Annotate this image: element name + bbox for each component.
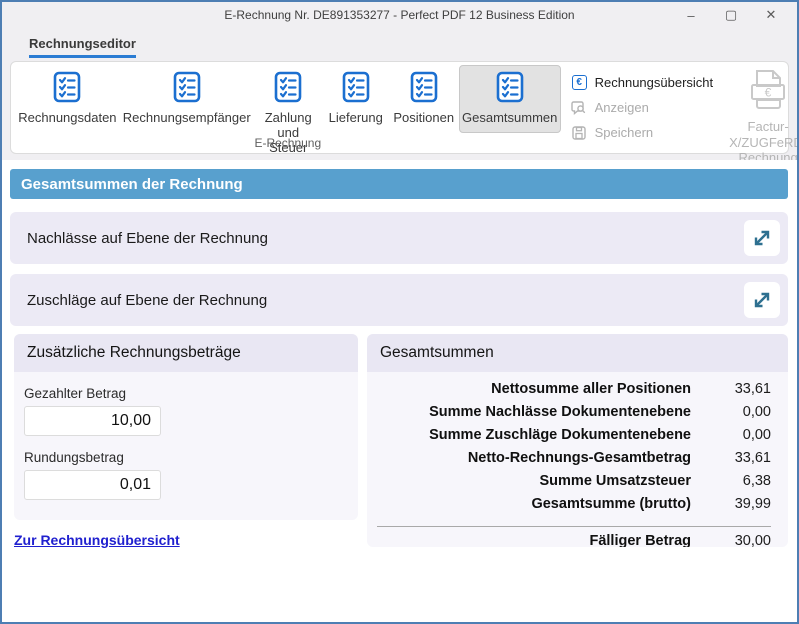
gezahlter-betrag-input[interactable] (24, 406, 161, 436)
preview-icon (571, 99, 588, 116)
totals-row: Summe Umsatzsteuer 6,38 (377, 473, 771, 496)
close-button[interactable]: ✕ (751, 2, 791, 28)
small-button-label: Rechnungsübersicht (595, 75, 714, 90)
app-window: E-Rechnung Nr. DE891353277 - Perfect PDF… (0, 0, 799, 624)
totals-row-label: Summe Zuschläge Dokumentenebene (377, 427, 719, 443)
nav-button-label: Gesamtsummen (462, 111, 557, 126)
totals-row-label: Gesamtsumme (brutto) (377, 496, 719, 512)
rundungsbetrag-input[interactable] (24, 470, 161, 500)
totals-row-value: 39,99 (719, 496, 771, 512)
maximize-button[interactable]: ▢ (711, 2, 751, 28)
euro-icon: € (571, 74, 588, 91)
tab-rechnungseditor[interactable]: Rechnungseditor (29, 36, 136, 58)
additional-amounts-title: Zusätzliche Rechnungsbeträge (14, 334, 358, 372)
field-label: Rundungsbetrag (24, 450, 358, 465)
totals-panel: Gesamtsummen Nettosumme aller Positionen… (367, 334, 788, 547)
nav-button-positionen[interactable]: Positionen (389, 65, 459, 133)
totals-row-label: Nettosumme aller Positionen (377, 381, 719, 397)
totals-row: Summe Nachlässe Dokumentenebene 0,00 (377, 404, 771, 427)
small-button-label: Speichern (595, 125, 654, 140)
page-title-bar: Gesamtsummen der Rechnung (10, 169, 788, 199)
checklist-document-icon (53, 71, 81, 108)
section-label: Nachlässe auf Ebene der Rechnung (27, 230, 744, 247)
checklist-document-icon (274, 71, 302, 108)
gezahlter-betrag-field: Gezahlter Betrag (24, 386, 358, 436)
main-content: Gesamtsummen der Rechnung Nachlässe auf … (2, 160, 797, 622)
field-label: Gezahlter Betrag (24, 386, 358, 401)
nav-button-label: Rechnungsdaten (18, 111, 116, 126)
svg-text:€: € (765, 86, 772, 100)
title-bar: E-Rechnung Nr. DE891353277 - Perfect PDF… (2, 2, 797, 28)
totals-row-label: Netto-Rechnungs-Gesamtbetrag (377, 450, 719, 466)
speichern-button[interactable]: Speichern (571, 120, 714, 145)
e-rechnung-group: Rechnungsdaten Rechnungsempfänger Zahlun… (15, 64, 561, 151)
nav-button-label: Positionen (393, 111, 454, 126)
totals-row: Summe Zuschläge Dokumentenebene 0,00 (377, 427, 771, 450)
window-title: E-Rechnung Nr. DE891353277 - Perfect PDF… (224, 8, 574, 22)
small-button-stack: € Rechnungsübersicht Anzeigen (561, 64, 718, 151)
totals-row-value: 6,38 (719, 473, 771, 489)
nav-button-gesamtsummen[interactable]: Gesamtsummen (459, 65, 561, 133)
section-nachlaesse[interactable]: Nachlässe auf Ebene der Rechnung (10, 212, 788, 264)
save-icon (571, 124, 588, 141)
small-button-label: Anzeigen (595, 100, 649, 115)
totals-row-label: Summe Umsatzsteuer (377, 473, 719, 489)
nav-button-zahlung-und-steuer[interactable]: Zahlung und Steuer (254, 65, 323, 133)
expand-icon[interactable] (744, 220, 780, 256)
totals-row-value: 30,00 (719, 533, 771, 547)
totals-separator (377, 526, 771, 527)
page-title: Gesamtsummen der Rechnung (21, 176, 243, 193)
totals-row-label: Summe Nachlässe Dokumentenebene (377, 404, 719, 420)
minimize-button[interactable]: – (671, 2, 711, 28)
rundungsbetrag-field: Rundungsbetrag (24, 450, 358, 500)
ribbon-tab-row: Rechnungseditor (2, 28, 797, 58)
rechnungsuebersicht-button[interactable]: € Rechnungsübersicht (571, 70, 714, 95)
totals-row: Nettosumme aller Positionen 33,61 (377, 381, 771, 404)
totals-row-value: 33,61 (719, 381, 771, 397)
totals-row: Gesamtsumme (brutto) 39,99 (377, 496, 771, 519)
window-controls: – ▢ ✕ (671, 2, 791, 28)
group-label-e-rechnung: E-Rechnung (15, 136, 561, 150)
ribbon-toolbar: Rechnungsdaten Rechnungsempfänger Zahlun… (10, 61, 789, 154)
expand-icon[interactable] (744, 282, 780, 318)
totals-row-value: 0,00 (719, 427, 771, 443)
facturx-save-button[interactable]: € Factur-X/ZUGFeRD-Rechnung speichern (729, 64, 799, 151)
nav-button-rechnungsdaten[interactable]: Rechnungsdaten (15, 65, 120, 133)
totals-row: Netto-Rechnungs-Gesamtbetrag 33,61 (377, 450, 771, 473)
zur-rechnungsuebersicht-link[interactable]: Zur Rechnungsübersicht (14, 532, 180, 548)
checklist-document-icon (173, 71, 201, 108)
totals-row-label: Fälliger Betrag (377, 533, 719, 547)
checklist-document-icon (410, 71, 438, 108)
nav-button-label: Lieferung (329, 111, 383, 126)
totals-row-value: 33,61 (719, 450, 771, 466)
section-label: Zuschläge auf Ebene der Rechnung (27, 292, 744, 309)
totals-title: Gesamtsummen (367, 334, 788, 372)
section-zuschlaege[interactable]: Zuschläge auf Ebene der Rechnung (10, 274, 788, 326)
nav-button-rechnungsempfaenger[interactable]: Rechnungsempfänger (120, 65, 254, 133)
anzeigen-button[interactable]: Anzeigen (571, 95, 714, 120)
totals-row-value: 0,00 (719, 404, 771, 420)
totals-due-row: Fälliger Betrag 30,00 (377, 533, 771, 547)
nav-button-label: Rechnungsempfänger (123, 111, 251, 126)
additional-amounts-panel: Zusätzliche Rechnungsbeträge Gezahlter B… (14, 334, 358, 520)
checklist-document-icon (496, 71, 524, 108)
nav-button-lieferung[interactable]: Lieferung (323, 65, 389, 133)
checklist-document-icon (342, 71, 370, 108)
facturx-euro-document-icon: € (745, 68, 791, 117)
